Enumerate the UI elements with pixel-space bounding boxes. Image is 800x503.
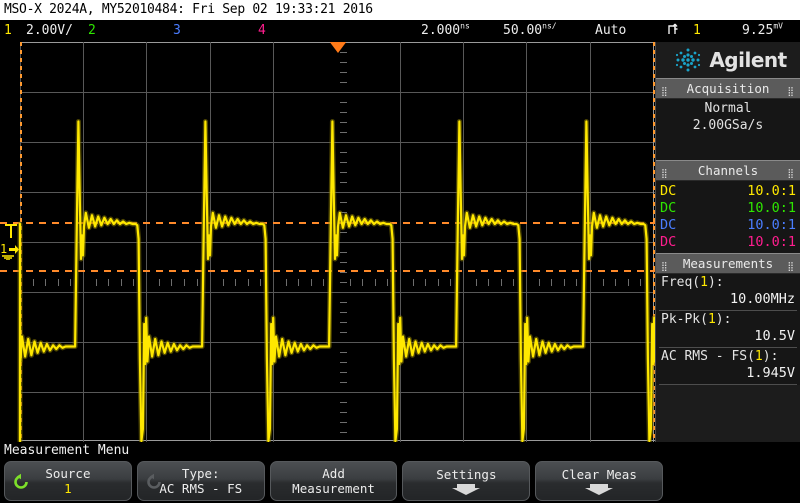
drag-dots-left: ⣿ [661,169,669,179]
channel-coupling: DC [660,200,677,216]
channel-coupling: DC [660,234,677,250]
brand-logo: Agilent [656,42,800,78]
menu-title: Measurement Menu [4,443,130,458]
softkey-label-line2: 1 [64,481,72,496]
chevron-down-icon [585,484,614,495]
svg-text:1: 1 [0,242,7,256]
drag-dots-left: ⣿ [661,262,669,272]
measurement-item[interactable]: Pk-Pk(1): 10.5V [659,311,797,348]
measurement-item[interactable]: AC RMS - FS(1): 1.945V [659,348,797,385]
softkey-add-measurement[interactable]: Add Measurement [269,461,398,501]
measurement-label-prefix: Pk-Pk( [661,312,708,327]
measurements-section-header[interactable]: ⣿ Measurements ⣿ [656,253,800,274]
channel-1-indicator[interactable]: 1 [4,20,12,42]
trigger-source[interactable]: 1 [693,20,701,42]
measurement-source-channel: 1 [754,349,763,364]
rotary-knob-icon [14,473,28,489]
brand-name: Agilent [709,48,787,72]
left-marker-gutter: 1 [0,42,20,442]
measurement-label-prefix: AC RMS - FS( [661,349,755,364]
channel-1-ground-reference-icon[interactable]: 1 [0,238,20,260]
measurement-label-prefix: Freq( [661,275,701,290]
softkey-row: Source 1 Type: AC RMS - FS Add Measureme… [4,461,796,501]
channels-section-body: DC 10.0:1 DC 10.0:1 DC 10.0:1 DC 10.0:1 [656,181,800,253]
softkey-label-line1: Type: [181,466,220,481]
softkey-label-line2: Measurement [292,481,375,496]
trigger-level-marker-icon[interactable] [4,223,18,239]
rotary-knob-icon [147,473,161,489]
channel-probe-ratio: 10.0:1 [747,200,796,216]
trigger-level-unit: mV [773,21,783,31]
channel-row[interactable]: DC 10.0:1 [660,217,796,234]
channel-4-indicator[interactable]: 4 [258,20,266,42]
drag-dots-left: ⣿ [661,87,669,97]
measurement-source-channel: 1 [700,275,708,290]
channels-header-label: Channels [697,163,759,178]
channel-coupling: DC [660,183,677,199]
channel-probe-ratio: 10.0:1 [747,183,796,199]
measurement-value: 10.5V [754,328,795,344]
softkey-settings[interactable]: Settings [402,461,531,501]
measurement-label: AC RMS - FS(1): [661,349,795,365]
agilent-logo-icon [676,48,701,72]
channel-row[interactable]: DC 10.0:1 [660,200,796,217]
softkey-label-line1: Add [322,466,345,481]
measurement-value: 10.00MHz [729,291,795,307]
trigger-mode[interactable]: Auto [595,20,626,42]
measurement-label-suffix: ): [715,312,732,327]
horizontal-delay-unit: ns [460,21,470,31]
channel-1-trace [17,119,655,442]
channel-row[interactable]: DC 10.0:1 [660,183,796,200]
drag-dots-right: ⣿ [787,169,795,179]
channel-1-vertical-scale[interactable]: 2.00V/ [26,20,73,42]
instrument-title-bar: MSO-X 2024A, MY52010484: Fri Sep 02 19:3… [0,0,800,20]
horizontal-delay[interactable]: 2.000ns [421,20,470,42]
channel-probe-ratio: 10.0:1 [747,217,796,233]
softkey-label-line1: Clear Meas [561,467,637,482]
softkey-source[interactable]: Source 1 [4,461,132,501]
channel-2-indicator[interactable]: 2 [88,20,96,42]
softkey-label-line2: AC RMS - FS [159,481,243,496]
acquisition-mode: Normal [704,101,752,116]
trigger-level-value: 9.25 [742,23,774,38]
acquisition-section-body: Normal 2.00GSa/s [656,99,800,160]
side-info-panel: Agilent ⣿ Acquisition ⣿ Normal 2.00GSa/s… [655,42,800,442]
measurement-label-suffix: ): [707,275,724,290]
status-bar: 1 2.00V/ 2 3 4 2.000ns 50.00ns/ Auto 1 9… [0,20,800,42]
acquisition-header-label: Acquisition [686,81,770,96]
oscilloscope-screen: MSO-X 2024A, MY52010484: Fri Sep 02 19:3… [0,0,800,503]
softkey-empty [668,461,796,501]
softkey-clear-meas[interactable]: Clear Meas [535,461,664,501]
chevron-down-icon [452,484,481,495]
timebase-unit: ns/ [542,21,557,31]
channel-probe-ratio: 10.0:1 [747,234,796,250]
timebase-value: 50.00 [503,23,543,38]
measurement-label: Pk-Pk(1): [661,312,795,328]
drag-dots-right: ⣿ [787,262,795,272]
waveform-display[interactable] [0,42,655,442]
softkey-label-line1: Source [45,466,91,481]
measurement-value: 1.945V [746,365,795,381]
bottom-menu-bar: Measurement Menu Source 1 Type: AC RMS -… [0,442,800,503]
softkey-label-line1: Settings [436,467,497,482]
timebase-scale[interactable]: 50.00ns/ [503,20,557,42]
trigger-level[interactable]: 9.25mV [742,20,783,42]
channel-coupling: DC [660,217,677,233]
measurement-source-channel: 1 [707,312,716,327]
softkey-type[interactable]: Type: AC RMS - FS [136,461,265,501]
drag-dots-right: ⣿ [787,87,795,97]
measurements-header-label: Measurements [682,256,774,271]
acquisition-section-header[interactable]: ⣿ Acquisition ⣿ [656,78,800,99]
rising-edge-icon [667,20,681,42]
measurement-label-suffix: ): [762,349,779,364]
channel-row[interactable]: DC 10.0:1 [660,234,796,251]
acquisition-sample-rate: 2.00GSa/s [692,118,764,133]
horizontal-delay-value: 2.000 [421,23,461,38]
measurement-label: Freq(1): [661,275,795,291]
channel-3-indicator[interactable]: 3 [173,20,181,42]
channels-section-header[interactable]: ⣿ Channels ⣿ [656,160,800,181]
measurements-section-body: Freq(1): 10.00MHz Pk-Pk(1): 10.5V AC RMS… [656,274,800,385]
measurement-item[interactable]: Freq(1): 10.00MHz [659,274,797,311]
